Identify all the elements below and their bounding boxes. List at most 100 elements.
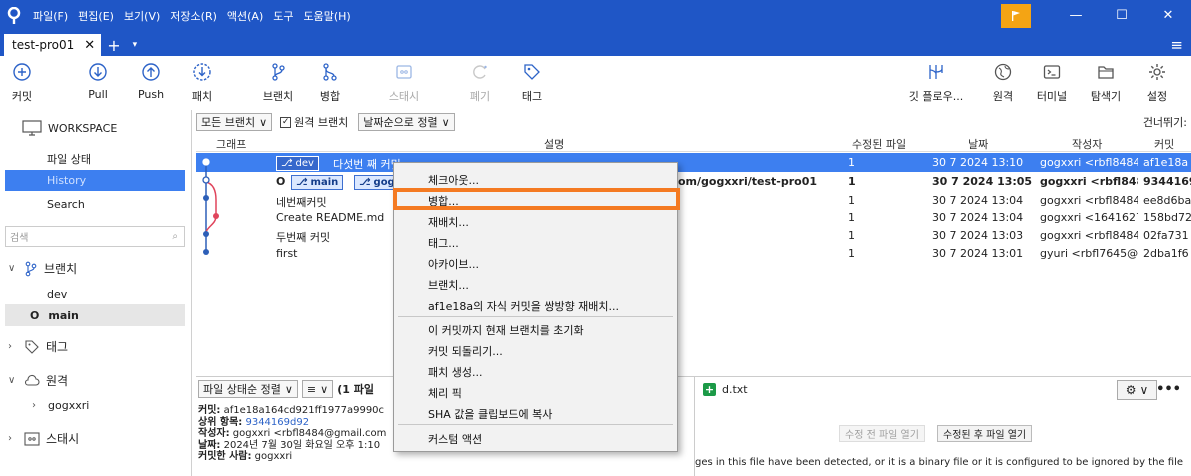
commit-hash: 9344169: [1143, 175, 1191, 188]
commit-table-header: 그래프 설명 수정된 파일 날짜 작성자 커밋: [196, 134, 1191, 152]
flag-icon[interactable]: [1001, 3, 1031, 28]
merge-button[interactable]: 병합: [304, 60, 356, 104]
branch-icon: ⎇: [296, 177, 308, 188]
hamburger-menu-icon[interactable]: ≡: [1170, 34, 1191, 56]
sidebar-item-history[interactable]: History: [5, 170, 185, 191]
menu-actions[interactable]: 액션(A): [222, 8, 268, 24]
diff-pane: + d.txt ⚙ ∨ ••• 수정 전 파일 열기 수정된 후 파일 열기 ge…: [694, 376, 1191, 476]
open-before-button[interactable]: 수정 전 파일 열기: [839, 425, 925, 442]
push-button[interactable]: Push: [125, 60, 177, 101]
explorer-button[interactable]: 탐색기: [1080, 60, 1132, 104]
sidebar-item-search[interactable]: Search: [5, 194, 185, 215]
close-tab-icon[interactable]: ✕: [84, 38, 95, 53]
menu-item-archive[interactable]: 아카이브...: [428, 256, 479, 272]
remote-button[interactable]: 원격: [977, 60, 1029, 104]
gitflow-icon: [926, 60, 946, 84]
branch-item-dev[interactable]: dev: [47, 288, 67, 301]
all-branches-dropdown[interactable]: 모든 브랜치 ∨: [196, 113, 273, 131]
branch-item-main[interactable]: O main: [30, 309, 79, 322]
chevron-down-icon: ∨: [320, 382, 329, 396]
commit-author: gogxxri <rbfl8484: [1040, 229, 1138, 242]
commit-icon: [12, 60, 32, 84]
search-icon: ⌕: [172, 231, 178, 242]
menu-item-reset[interactable]: 이 커밋까지 현재 브랜치를 초기화: [428, 322, 584, 338]
branch-tag-main[interactable]: ⎇ main: [291, 175, 344, 190]
commit-date: 30 7 2024 13:04: [932, 211, 1024, 224]
col-commit[interactable]: 커밋: [1154, 136, 1174, 152]
col-date[interactable]: 날짜: [968, 136, 988, 152]
chevron-down-icon: ∨: [259, 115, 268, 129]
pull-button[interactable]: Pull: [72, 60, 124, 101]
menu-file[interactable]: 파일(F): [28, 8, 73, 24]
gitflow-button[interactable]: 깃 플로우...: [909, 60, 963, 104]
remote-item-gogxxri[interactable]: › gogxxri: [32, 399, 89, 412]
menu-item-tag[interactable]: 태그...: [428, 235, 459, 251]
sidebar-search-input[interactable]: 검색 ⌕: [5, 226, 185, 247]
date-sort-dropdown[interactable]: 날짜순으로 정렬 ∨: [358, 113, 455, 131]
commit-date: 30 7 2024 13:10: [932, 156, 1024, 169]
menu-item-copy-sha[interactable]: SHA 값을 클립보드에 복사: [428, 406, 552, 422]
commit-row[interactable]: O ⎇ main ⎇ gog om/gogxxri/test-pro01 1 30 …: [196, 172, 1191, 191]
menu-item-revert[interactable]: 커밋 되돌리기...: [428, 343, 503, 359]
branch-button[interactable]: 브랜치: [252, 60, 304, 104]
minimize-button[interactable]: —: [1053, 0, 1099, 31]
settings-button[interactable]: 설정: [1131, 60, 1183, 104]
commit-row[interactable]: Create README.md 1 30 7 2024 13:04 gogxx…: [196, 208, 1191, 227]
menu-edit[interactable]: 편집(E): [73, 8, 119, 24]
repo-tab[interactable]: test-pro01 ✕: [4, 34, 102, 56]
commit-author: gogxxri <rbfl8484: [1040, 194, 1138, 207]
menu-tools[interactable]: 도구: [268, 8, 298, 24]
diff-file-name: d.txt: [722, 383, 748, 396]
menu-item-rebase[interactable]: 재배치...: [428, 214, 469, 230]
section-tags[interactable]: › 태그: [8, 338, 68, 355]
commit-button[interactable]: 커밋: [0, 60, 48, 104]
list-view-dropdown[interactable]: ≡ ∨: [301, 380, 334, 398]
branch-icon: ⎇: [281, 158, 293, 169]
stash-button[interactable]: 스태시: [378, 60, 430, 104]
pull-icon: [88, 60, 108, 84]
menu-repository[interactable]: 저장소(R): [165, 8, 222, 24]
diff-options-button[interactable]: ⚙ ∨: [1117, 380, 1157, 400]
menu-item-interactive-rebase[interactable]: af1e18a의 자식 커밋을 쌍방향 재배치...: [428, 298, 619, 314]
terminal-button[interactable]: 터미널: [1026, 60, 1078, 104]
commit-row[interactable]: ⎇ dev 다섯번 째 커밋 1 30 7 2024 13:10 gogxxri …: [196, 153, 1191, 172]
section-branches[interactable]: ∨ 브랜치: [8, 260, 77, 277]
new-tab-button[interactable]: +: [101, 34, 126, 56]
close-window-button[interactable]: ✕: [1145, 0, 1191, 31]
folder-icon: [1096, 60, 1116, 84]
col-author[interactable]: 작성자: [1072, 136, 1102, 152]
menu-item-checkout[interactable]: 체크아웃...: [428, 172, 479, 188]
commit-row[interactable]: 두번째 커밋 1 30 7 2024 13:03 gogxxri <rbfl84…: [196, 226, 1191, 245]
discard-button[interactable]: 폐기: [454, 60, 506, 104]
commit-info: 커밋: af1e18a164cd921ff1977a9990c 상위 항목: 9…: [198, 405, 387, 462]
remote-branch-checkbox[interactable]: ✓ 원격 브랜치: [280, 114, 348, 130]
tag-button[interactable]: 태그: [506, 60, 558, 104]
section-remotes[interactable]: ∨ 원격: [8, 372, 68, 389]
chevron-down-icon: ∨: [8, 263, 16, 274]
maximize-button[interactable]: ☐: [1099, 0, 1145, 31]
commit-full-hash: af1e18a164cd921ff1977a9990c: [223, 405, 385, 416]
menu-item-cherry-pick[interactable]: 체리 픽: [428, 385, 462, 401]
parent-hash-link[interactable]: 9344169d92: [245, 417, 309, 428]
col-description[interactable]: 설명: [544, 136, 564, 152]
more-options-icon[interactable]: •••: [1156, 382, 1181, 397]
commit-author: gogxxri <rbfl8484: [1040, 156, 1138, 169]
branch-tag-dev[interactable]: ⎇ dev: [276, 156, 319, 171]
menu-item-branch[interactable]: 브랜치...: [428, 277, 469, 293]
section-stash[interactable]: › 스태시: [8, 430, 79, 447]
menu-item-patch[interactable]: 패치 생성...: [428, 364, 482, 380]
commit-hash: af1e18a: [1143, 156, 1189, 169]
tab-dropdown-icon[interactable]: ▾: [127, 34, 144, 56]
col-modified[interactable]: 수정된 파일: [852, 136, 906, 152]
diff-file-header[interactable]: + d.txt: [703, 383, 748, 396]
menu-help[interactable]: 도움말(H): [299, 8, 356, 24]
commit-row[interactable]: first 1 30 7 2024 13:01 gyuri <rbfl7645@…: [196, 244, 1191, 263]
tag-icon: [522, 60, 542, 84]
file-status-sort-dropdown[interactable]: 파일 상태순 정렬 ∨: [198, 380, 298, 398]
sidebar-item-file-status[interactable]: 파일 상태: [5, 148, 185, 169]
fetch-button[interactable]: 패치: [176, 60, 228, 104]
col-graph[interactable]: 그래프: [216, 136, 246, 152]
menu-view[interactable]: 보기(V): [119, 8, 165, 24]
menu-item-custom-action[interactable]: 커스텀 액션: [428, 431, 482, 447]
open-after-button[interactable]: 수정된 후 파일 열기: [937, 425, 1033, 442]
